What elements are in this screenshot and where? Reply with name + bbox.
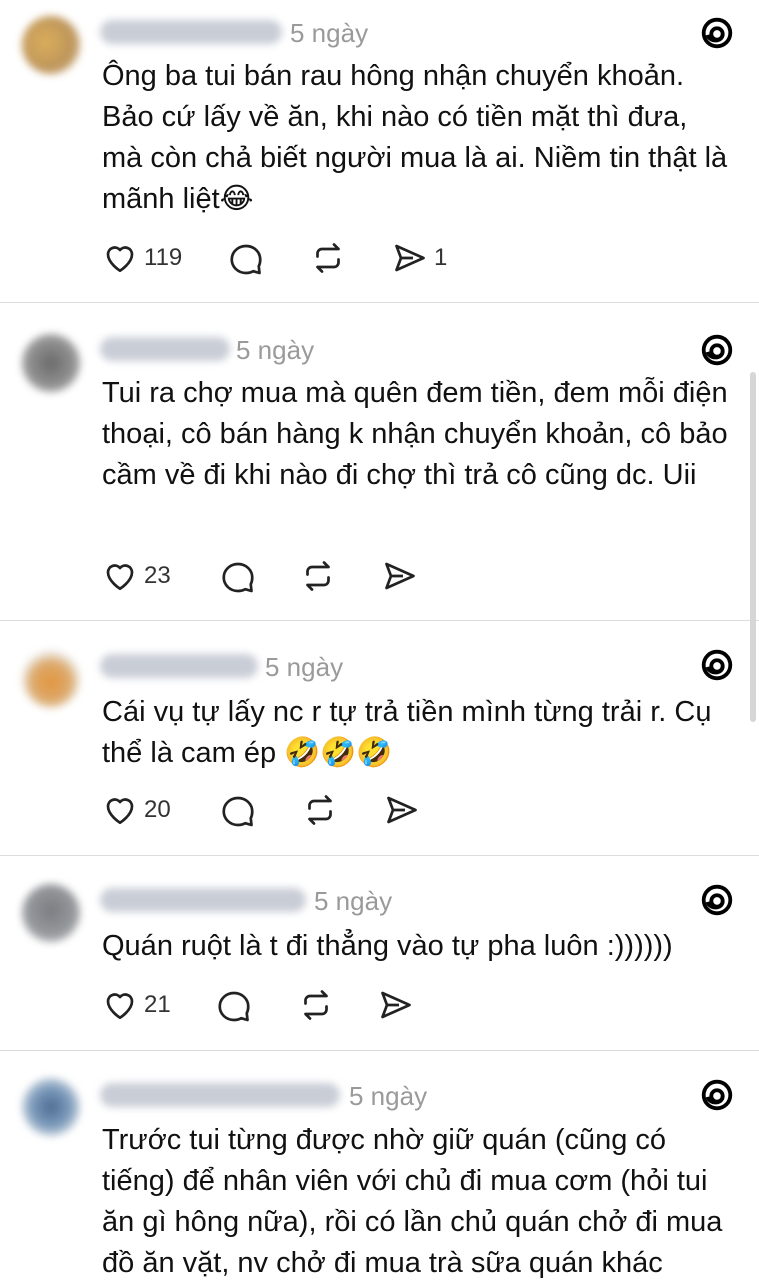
comment-button[interactable] — [228, 238, 264, 278]
like-button[interactable]: 20 — [102, 790, 171, 830]
avatar[interactable] — [22, 16, 80, 74]
like-count: 23 — [144, 562, 171, 589]
like-count: 119 — [144, 244, 183, 271]
username-blurred[interactable] — [100, 1083, 340, 1107]
share-button[interactable] — [378, 985, 414, 1025]
post-time: 5 ngày — [349, 1081, 428, 1111]
comment-bubble-icon — [222, 562, 254, 593]
comment-button[interactable] — [220, 790, 256, 830]
post-text: Quán ruột là t đi thẳng vào tự pha luôn … — [102, 930, 673, 962]
heart-icon — [106, 798, 134, 825]
username-blurred[interactable] — [100, 888, 306, 912]
share-button[interactable] — [382, 556, 418, 596]
repost-button[interactable] — [302, 790, 338, 830]
comment-bubble-icon — [218, 991, 250, 1022]
threads-logo-icon[interactable] — [698, 331, 736, 369]
heart-icon — [106, 246, 134, 273]
threads-logo-icon[interactable] — [698, 646, 736, 684]
like-count: 21 — [144, 991, 171, 1018]
divider — [0, 855, 759, 856]
action-bar: 20 — [102, 790, 522, 830]
action-bar: 23 — [102, 556, 522, 596]
repost-icon — [304, 990, 328, 1020]
repost-button[interactable] — [298, 985, 334, 1025]
username-blurred[interactable] — [100, 654, 258, 678]
divider — [0, 1050, 759, 1051]
share-button[interactable] — [384, 790, 420, 830]
threads-logo-icon[interactable] — [698, 1076, 736, 1114]
username-blurred[interactable] — [100, 20, 282, 44]
threads-logo-icon[interactable] — [698, 14, 736, 52]
threads-logo-icon[interactable] — [698, 881, 736, 919]
like-button[interactable]: 21 — [102, 985, 171, 1025]
avatar[interactable] — [22, 650, 80, 708]
comment-bubble-icon — [222, 796, 254, 827]
repost-icon — [308, 795, 332, 825]
scrollbar[interactable] — [750, 372, 756, 722]
comment-button[interactable] — [220, 556, 256, 596]
heart-icon — [106, 993, 134, 1020]
username-blurred[interactable] — [100, 337, 230, 361]
divider — [0, 620, 759, 621]
send-icon — [395, 244, 425, 272]
post-time: 5 ngày — [236, 335, 315, 365]
post-time: 5 ngày — [290, 18, 369, 48]
send-icon — [381, 991, 411, 1019]
repost-button[interactable] — [310, 238, 346, 278]
repost-icon — [306, 561, 330, 591]
share-count: 1 — [434, 244, 448, 271]
comment-button[interactable] — [216, 985, 252, 1025]
avatar[interactable] — [22, 884, 80, 942]
heart-icon — [106, 564, 134, 591]
divider — [0, 302, 759, 303]
share-button[interactable]: 1 — [392, 238, 447, 278]
avatar[interactable] — [22, 1078, 80, 1136]
like-button[interactable]: 119 — [102, 238, 182, 278]
like-button[interactable]: 23 — [102, 556, 171, 596]
comment-bubble-icon — [230, 244, 262, 275]
post-text: Tui ra chợ mua mà quên đem tiền, đem mỗi… — [102, 377, 728, 491]
action-bar: 119 1 — [102, 238, 522, 278]
send-icon — [387, 796, 417, 824]
post-text: Trước tui từng được nhờ giữ quán (cũng c… — [102, 1124, 723, 1279]
send-icon — [385, 562, 415, 590]
repost-button[interactable] — [300, 556, 336, 596]
post-time: 5 ngày — [314, 886, 393, 916]
post-text: Cái vụ tự lấy nc r tự trả tiền mình từng… — [102, 696, 712, 769]
post-text: Ông ba tui bán rau hông nhận chuyển khoả… — [102, 60, 728, 215]
like-count: 20 — [144, 796, 171, 823]
repost-icon — [316, 243, 340, 273]
avatar[interactable] — [22, 334, 80, 392]
post-time: 5 ngày — [265, 652, 344, 682]
action-bar: 21 — [102, 985, 522, 1025]
